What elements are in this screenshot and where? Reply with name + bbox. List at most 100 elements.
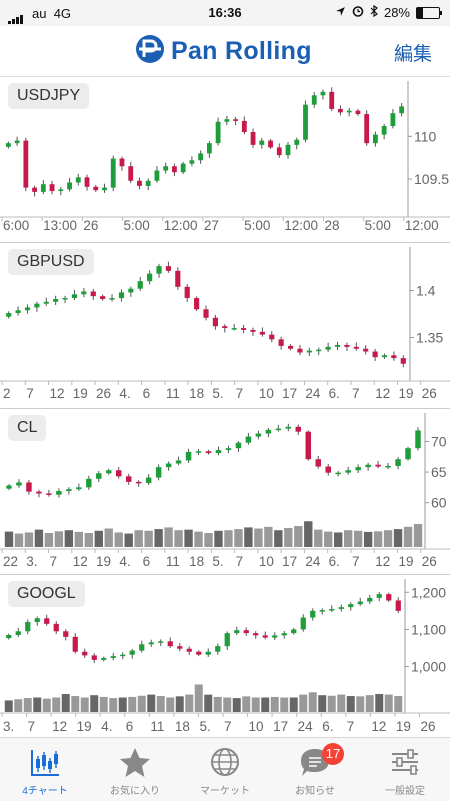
candle-body [272,635,278,638]
x-tick-label: 6. [322,719,333,734]
volume-bar [356,696,365,712]
candle-body [235,442,242,449]
volume-bar [223,697,232,712]
volume-bar [94,530,103,547]
candle-body [71,294,78,299]
candle-body [58,189,64,192]
tab-general-settings[interactable]: 一般設定 [360,738,450,801]
volume-bar [114,532,123,547]
candle-body [338,607,344,609]
tab-4-charts[interactable]: 4チャート [0,738,90,801]
candle-body [234,630,240,634]
candle-body [224,119,230,122]
candle-body [15,310,21,314]
chart-panel-cl[interactable]: CL 70 65 60 22 3. 7 12 19 4. 6 11 18 5. 7 10 17 24 6. 7 12 1… [0,409,450,575]
cl-chart[interactable]: 70 65 60 22 3. 7 12 19 4. 6 11 18 5. 7 10 17 24 6. 7 12 19 26 [0,409,450,574]
candle-body [165,266,172,271]
volume-bar [383,530,393,547]
volume-bar [109,698,118,712]
candle-body [353,346,359,349]
volume-bar [254,528,263,547]
volume-bar [261,697,270,712]
symbol-label[interactable]: USDJPY [8,83,90,109]
tab-favorites[interactable]: お気に入り [90,738,180,801]
candle-body [233,119,238,121]
volume-bar [175,696,184,712]
candle-body [6,485,12,489]
candle-body [53,623,59,632]
x-tick-label: 13:00 [43,218,77,233]
symbol-label[interactable]: CL [8,415,47,441]
x-tick-label: 12 [52,719,67,734]
candle-body [325,466,331,473]
volume-bar [304,521,313,547]
volume-bar [4,531,14,547]
symbol-label[interactable]: GOOGL [8,581,85,607]
chart-panel-googl[interactable]: GOOGL 1,200 1,100 1,000 3. 7 12 19 4. 6 11 18 5. 7 10… [0,575,450,738]
candle-body [250,329,256,332]
candle-body [335,472,341,475]
candle-body [415,430,421,449]
candle-body [355,467,361,471]
volume-bar [365,695,374,712]
candle-body [194,298,200,310]
x-tick-label: 6 [143,554,151,569]
x-tick-label: 5. [199,719,210,734]
candle-body [253,633,259,636]
candle-body [278,339,284,346]
candle-body [137,281,143,289]
volume-bar [14,533,24,547]
volume-bar [251,697,260,712]
candle-body [185,451,192,461]
candle-body [262,635,268,638]
candle-body [62,298,68,300]
tab-label: 一般設定 [385,786,425,797]
candle-body [6,635,12,639]
candle-body [148,642,154,645]
candle-body [180,163,186,173]
volume-bar [52,697,61,712]
candle-body [137,180,142,186]
candle-body [46,493,52,495]
candle-body [265,429,272,434]
tab-notifications[interactable]: 17 お知らせ [270,738,360,801]
edit-button[interactable]: 編集 [388,38,438,67]
candle-body [145,180,151,186]
volume-bar [23,698,32,712]
candle-body [386,594,392,601]
candle-body [165,463,172,468]
volume-bar [337,694,346,712]
tab-bar: 4チャート お気に入り マーケット 17 お知らせ 一般設定 [0,737,450,801]
location-icon [335,5,346,20]
volume-bar [244,527,253,547]
x-tick-label: 7 [50,554,58,569]
candle-body [82,651,88,656]
tab-label: 4チャート [22,786,68,797]
volume-bar [294,526,303,547]
volume-bar [204,533,213,547]
chart-panel-usdjpy[interactable]: USDJPY 110 109.5 6:00 13:00 26 5:00 12:00 27 5:0… [0,77,450,243]
candle-body [96,473,102,479]
y-tick-label: 65 [431,464,447,480]
candle-body [363,348,369,352]
candle-body [355,110,361,115]
volume-bar [154,529,163,547]
tab-market[interactable]: マーケット [180,738,270,801]
volume-bar [213,696,222,712]
x-tick-label: 5:00 [244,218,270,233]
candle-body [155,467,162,478]
volume-bar [224,530,233,547]
x-tick-label: 24 [298,719,314,734]
symbol-label[interactable]: GBPUSD [8,249,94,275]
x-tick-label: 10 [259,386,274,401]
volume-bar [33,697,42,712]
candle-body [365,464,371,468]
volume-bar [166,697,175,712]
volume-bar [324,531,333,547]
x-tick-label: 19 [398,386,413,401]
x-tick-label: 5. [212,386,223,401]
chart-panel-gbpusd[interactable]: GBPUSD 1.4 1.35 2 7 12 19 26 4. 6 11 18 5. 7 10 17 24 6.… [0,243,450,409]
candle-body [329,91,335,109]
volume-bar [194,684,203,712]
candle-body [43,301,49,304]
